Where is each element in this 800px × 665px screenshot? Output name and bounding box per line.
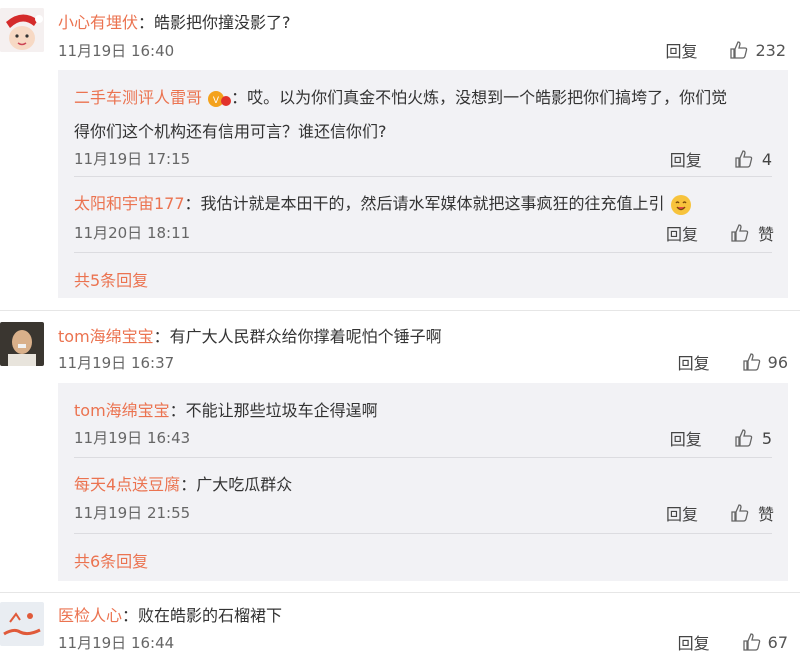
reply-text: ：不能让那些垃圾车企得逞啊 [169, 401, 378, 420]
comment-actions: 回复 232 [665, 38, 786, 62]
reply-actions: 回复 赞 [666, 221, 774, 245]
svg-text:V: V [213, 96, 220, 106]
reply-text: ：哎。以为你们真金不怕火炼，没想到一个皓影把你们搞垮了，你们觉 [231, 88, 728, 107]
like-count: 4 [761, 149, 772, 169]
comment-line: 医检人心：败在皓影的石榴裙下 [58, 602, 282, 626]
reply-text: ：我估计就是本田干的，然后请水军媒体就把这事疯狂的往充值上引 [184, 194, 665, 213]
like-button[interactable]: 232 [729, 40, 786, 60]
reply-username[interactable]: 太阳和宇宙177 [74, 194, 185, 213]
reply-button[interactable]: 回复 [670, 147, 702, 171]
reply-button[interactable]: 回复 [678, 350, 710, 374]
more-replies-link[interactable]: 共5条回复 [74, 267, 148, 291]
comment-text: ：有广大人民群众给你撑着呢怕个锤子啊 [153, 327, 442, 346]
reply-actions: 回复 赞 [666, 501, 774, 525]
like-count: 5 [761, 428, 772, 448]
comment-time: 11月19日 16:40 [58, 42, 175, 60]
thumbs-up-icon[interactable] [730, 223, 750, 243]
divider [74, 533, 772, 534]
reply-text-cont: 得你们这个机构还有信用可言？谁还信你们? [74, 122, 387, 141]
comment-separator [0, 592, 800, 593]
reply-button[interactable]: 回复 [665, 38, 697, 62]
reply-box: 二手车测评人雷哥 V ：哎。以为你们真金不怕火炼，没想到一个皓影把你们搞垮了，你们… [58, 70, 788, 298]
more-replies-link[interactable]: 共6条回复 [74, 548, 148, 572]
comment-text: ：败在皓影的石榴裙下 [122, 606, 283, 625]
divider [74, 176, 772, 177]
reply-time: 11月19日 17:15 [74, 150, 191, 168]
reply-item: tom海绵宝宝：不能让那些垃圾车企得逞啊 [74, 397, 378, 421]
comment-time: 11月19日 16:37 [58, 354, 175, 372]
reply-actions: 回复 5 [670, 426, 772, 450]
reply-time: 11月20日 18:11 [74, 224, 191, 242]
like-label: 赞 [757, 225, 774, 244]
reply-button[interactable]: 回复 [678, 630, 710, 654]
avatar[interactable] [0, 322, 44, 366]
thumbs-up-icon[interactable] [734, 428, 754, 448]
reply-item: 太阳和宇宙177：我估计就是本田干的，然后请水军媒体就把这事疯狂的往充值上引 [74, 190, 692, 216]
reply-time: 11月19日 21:55 [74, 504, 191, 522]
reply-username[interactable]: tom海绵宝宝 [74, 401, 170, 420]
comment-line: 小心有埋伏：皓影把你撞没影了? [58, 9, 291, 33]
reply-item: 二手车测评人雷哥 V ：哎。以为你们真金不怕火炼，没想到一个皓影把你们搞垮了，你们… [74, 84, 727, 142]
reply-button[interactable]: 回复 [670, 426, 702, 450]
username[interactable]: 医检人心 [58, 606, 122, 625]
like-count: 232 [755, 40, 786, 60]
thumbs-up-icon[interactable] [734, 149, 754, 169]
reply-box: tom海绵宝宝：不能让那些垃圾车企得逞啊 11月19日 16:43 回复 5 每… [58, 383, 788, 581]
comment-text: ：皓影把你撞没影了? [138, 13, 291, 32]
username[interactable]: tom海绵宝宝 [58, 327, 154, 346]
divider [74, 252, 772, 253]
like-button[interactable]: 67 [742, 632, 788, 652]
comment-time: 11月19日 16:44 [58, 634, 175, 652]
reply-username[interactable]: 二手车测评人雷哥 [74, 88, 202, 107]
reply-button[interactable]: 回复 [666, 221, 698, 245]
like-count: 96 [767, 352, 788, 372]
like-count: 67 [767, 632, 788, 652]
reply-button[interactable]: 回复 [666, 501, 698, 525]
avatar[interactable] [0, 8, 44, 52]
thumbs-up-icon[interactable] [730, 503, 750, 523]
reply-time: 11月19日 16:43 [74, 429, 191, 447]
yum-emoji-icon [670, 194, 691, 215]
comment-actions: 回复 96 [678, 350, 788, 374]
reply-actions: 回复 4 [670, 147, 772, 171]
thumbs-up-icon [742, 633, 760, 651]
comment-separator [0, 310, 800, 311]
username[interactable]: 小心有埋伏 [58, 13, 138, 32]
avatar[interactable] [0, 602, 44, 646]
like-label: 赞 [757, 505, 774, 524]
like-button[interactable]: 96 [742, 352, 788, 372]
reply-item: 每天4点送豆腐：广大吃瓜群众 [74, 471, 292, 495]
divider [74, 457, 772, 458]
comment-line: tom海绵宝宝：有广大人民群众给你撑着呢怕个锤子啊 [58, 323, 442, 347]
reply-username[interactable]: 每天4点送豆腐 [74, 475, 180, 494]
vip-badge-icon: V [208, 90, 232, 107]
reply-text: ：广大吃瓜群众 [180, 475, 293, 494]
comment-actions: 回复 67 [678, 630, 788, 654]
thumbs-up-icon [730, 41, 748, 59]
thumbs-up-icon [742, 353, 760, 371]
